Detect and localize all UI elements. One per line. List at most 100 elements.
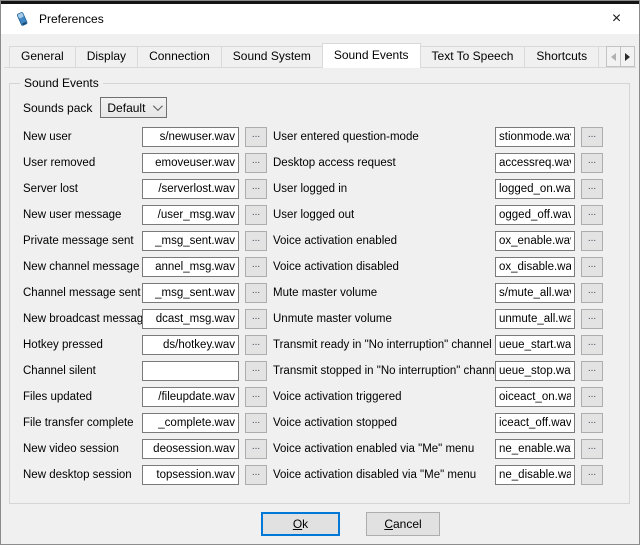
- sound-event-label: Unmute master volume: [273, 313, 495, 325]
- window-title: Preferences: [39, 12, 104, 26]
- sounds-pack-select[interactable]: Default: [100, 97, 167, 118]
- browse-button[interactable]: ...: [245, 205, 267, 225]
- tab-general[interactable]: General: [9, 46, 76, 67]
- tab-sound-events[interactable]: Sound Events: [322, 43, 421, 68]
- sound-event-label: Voice activation enabled: [273, 235, 495, 247]
- sound-event-row: Transmit stopped in "No interruption" ch…: [273, 358, 603, 384]
- browse-button[interactable]: ...: [581, 309, 603, 329]
- sound-event-row: New desktop session ...: [23, 462, 267, 488]
- browse-button[interactable]: ...: [581, 439, 603, 459]
- sound-event-label: New user: [23, 131, 142, 143]
- sound-file-input[interactable]: [495, 465, 575, 485]
- browse-button[interactable]: ...: [245, 309, 267, 329]
- browse-button[interactable]: ...: [245, 361, 267, 381]
- sound-event-label: Voice activation enabled via "Me" menu: [273, 443, 495, 455]
- browse-button[interactable]: ...: [245, 335, 267, 355]
- close-icon: ×: [612, 10, 621, 28]
- browse-button[interactable]: ...: [245, 439, 267, 459]
- sound-event-row: Files updated ...: [23, 384, 267, 410]
- browse-button[interactable]: ...: [581, 465, 603, 485]
- sound-file-input[interactable]: [142, 413, 239, 433]
- browse-button[interactable]: ...: [581, 335, 603, 355]
- sound-file-input[interactable]: [495, 309, 575, 329]
- sound-file-input[interactable]: [495, 257, 575, 277]
- groupbox-title: Sound Events: [20, 76, 103, 90]
- sound-event-row: User logged in ...: [273, 176, 603, 202]
- sound-file-input[interactable]: [495, 439, 575, 459]
- browse-button[interactable]: ...: [245, 153, 267, 173]
- sound-file-input[interactable]: [142, 309, 239, 329]
- sound-file-input[interactable]: [142, 335, 239, 355]
- browse-button[interactable]: ...: [581, 153, 603, 173]
- browse-button[interactable]: ...: [245, 257, 267, 277]
- sound-event-row: New broadcast message ...: [23, 306, 267, 332]
- sound-file-input[interactable]: [495, 231, 575, 251]
- sound-event-row: Hotkey pressed ...: [23, 332, 267, 358]
- sound-file-input[interactable]: [142, 257, 239, 277]
- tab-sound-system[interactable]: Sound System: [221, 46, 323, 67]
- sound-event-label: New desktop session: [23, 469, 142, 481]
- sound-file-input[interactable]: [142, 439, 239, 459]
- sound-event-row: Transmit ready in "No interruption" chan…: [273, 332, 603, 358]
- sound-file-input[interactable]: [495, 179, 575, 199]
- browse-button[interactable]: ...: [245, 465, 267, 485]
- browse-button[interactable]: ...: [245, 413, 267, 433]
- browse-button[interactable]: ...: [581, 257, 603, 277]
- sound-event-row: Desktop access request ...: [273, 150, 603, 176]
- sound-file-input[interactable]: [142, 153, 239, 173]
- sound-file-input[interactable]: [495, 387, 575, 407]
- sound-event-label: File transfer complete: [23, 417, 142, 429]
- sound-event-label: Voice activation disabled: [273, 261, 495, 273]
- sound-event-row: Voice activation disabled via "Me" menu …: [273, 462, 603, 488]
- sound-file-input[interactable]: [142, 465, 239, 485]
- browse-button[interactable]: ...: [581, 283, 603, 303]
- sound-file-input[interactable]: [142, 387, 239, 407]
- sound-file-input[interactable]: [142, 231, 239, 251]
- tab-scroll-left-button[interactable]: [606, 46, 621, 67]
- sound-file-input[interactable]: [142, 205, 239, 225]
- sound-event-label: User logged in: [273, 183, 495, 195]
- tab-connection[interactable]: Connection: [137, 46, 222, 67]
- browse-button[interactable]: ...: [245, 127, 267, 147]
- sound-file-input[interactable]: [142, 283, 239, 303]
- browse-button[interactable]: ...: [581, 179, 603, 199]
- titlebar: Preferences ×: [1, 4, 639, 34]
- sound-file-input[interactable]: [142, 127, 239, 147]
- sound-event-row: User logged out ...: [273, 202, 603, 228]
- sound-file-input[interactable]: [495, 127, 575, 147]
- sound-event-row: Voice activation stopped ...: [273, 410, 603, 436]
- tab-display[interactable]: Display: [75, 46, 138, 67]
- browse-button[interactable]: ...: [581, 413, 603, 433]
- sound-file-input[interactable]: [142, 361, 239, 381]
- sound-file-input[interactable]: [495, 335, 575, 355]
- sound-event-label: Server lost: [23, 183, 142, 195]
- tab-scroll-right-button[interactable]: [620, 46, 635, 67]
- sound-file-input[interactable]: [495, 283, 575, 303]
- browse-button[interactable]: ...: [245, 231, 267, 251]
- browse-button[interactable]: ...: [581, 231, 603, 251]
- sound-event-label: Hotkey pressed: [23, 339, 142, 351]
- sound-file-input[interactable]: [495, 413, 575, 433]
- tab-shortcuts[interactable]: Shortcuts: [524, 46, 599, 67]
- sound-file-input[interactable]: [495, 205, 575, 225]
- browse-button[interactable]: ...: [581, 361, 603, 381]
- sound-event-row: Channel message sent ...: [23, 280, 267, 306]
- chevron-down-icon: [153, 101, 163, 111]
- sound-event-label: New user message: [23, 209, 142, 221]
- sound-file-input[interactable]: [495, 361, 575, 381]
- sound-file-input[interactable]: [142, 179, 239, 199]
- sound-event-label: User entered question-mode: [273, 131, 495, 143]
- sound-event-label: Desktop access request: [273, 157, 495, 169]
- ok-button[interactable]: Ok: [261, 512, 340, 536]
- cancel-button[interactable]: Cancel: [366, 512, 440, 536]
- tab-text-to-speech[interactable]: Text To Speech: [420, 46, 526, 67]
- browse-button[interactable]: ...: [581, 205, 603, 225]
- browse-button[interactable]: ...: [245, 283, 267, 303]
- browse-button[interactable]: ...: [581, 387, 603, 407]
- sound-file-input[interactable]: [495, 153, 575, 173]
- browse-button[interactable]: ...: [581, 127, 603, 147]
- browse-button[interactable]: ...: [245, 387, 267, 407]
- sound-event-label: New video session: [23, 443, 142, 455]
- browse-button[interactable]: ...: [245, 179, 267, 199]
- close-button[interactable]: ×: [594, 4, 639, 34]
